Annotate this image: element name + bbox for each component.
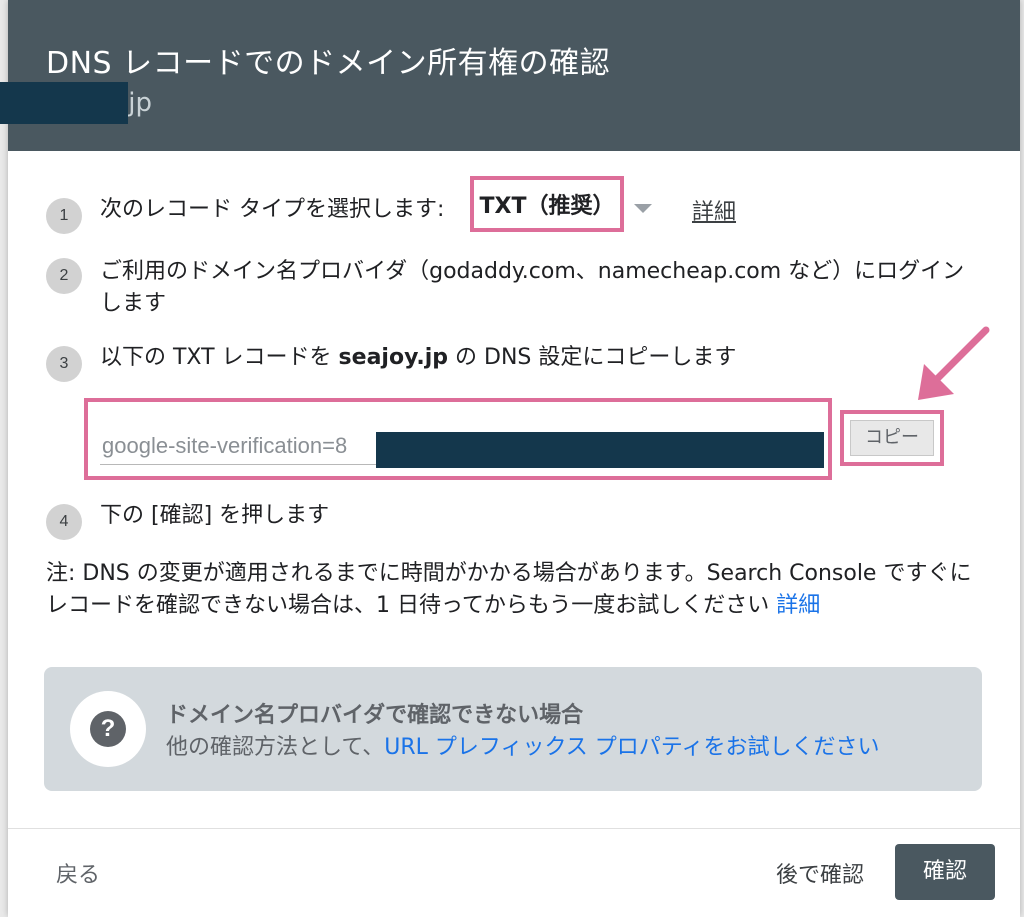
alternative-title: ドメイン名プロバイダで確認できない場合 [166, 703, 584, 728]
verify-button[interactable]: 確認 [895, 844, 995, 900]
help-icon-circle: ? [70, 691, 146, 767]
alternative-desc-prefix: 他の確認方法として、 [166, 735, 385, 760]
note-details-link[interactable]: 詳細 [776, 593, 820, 618]
step-2-number: 2 [46, 258, 82, 294]
step-4-text: 下の [確認] を押します [100, 503, 330, 528]
verification-dialog: DNS レコードでのドメイン所有権の確認 .jp 1 次のレコード タイプを選択… [0, 0, 1020, 917]
step-3-text-prefix: 以下の TXT レコードを [100, 345, 339, 370]
step-3-text: 以下の TXT レコードを seajoy.jp の DNS 設定にコピーします [100, 342, 736, 374]
dialog-footer: 戻る 後で確認 確認 [8, 828, 1020, 917]
step-2-text-line2: します [100, 291, 167, 316]
dialog-title: DNS レコードでのドメイン所有権の確認 [46, 46, 611, 81]
arrow-icon [918, 326, 990, 400]
redacted-domain-block [0, 82, 128, 124]
note-text: 注: DNS の変更が適用されるまでに時間がかかる場合があります。Search … [46, 561, 972, 618]
record-type-details-link[interactable]: 詳細 [692, 194, 736, 226]
step-3-text-suffix: の DNS 設定にコピーします [448, 345, 737, 370]
chevron-down-icon[interactable] [634, 204, 652, 213]
step-1-number: 1 [46, 198, 82, 234]
record-type-select[interactable]: TXT（推奨） [470, 176, 624, 232]
txt-record-box [84, 398, 832, 480]
copy-highlight: コピー [840, 410, 944, 466]
url-prefix-property-link[interactable]: URL プレフィックス プロパティをお試しください [384, 735, 879, 760]
redacted-record-block [376, 432, 824, 468]
help-icon: ? [90, 711, 126, 747]
back-button[interactable]: 戻る [56, 857, 100, 889]
alternative-description: 他の確認方法として、URL プレフィックス プロパティをお試しください [166, 729, 879, 761]
copy-button[interactable]: コピー [850, 420, 934, 456]
step-2-text-line1: ご利用のドメイン名プロバイダ（godaddy.com、namecheap.com… [100, 259, 965, 284]
step-4-number: 4 [46, 504, 82, 540]
dns-note: 注: DNS の変更が適用されるまでに時間がかかる場合があります。Search … [46, 558, 986, 622]
step-3-domain: seajoy.jp [338, 345, 449, 370]
verify-later-button[interactable]: 後で確認 [776, 857, 864, 889]
alternative-method-box: ? ドメイン名プロバイダで確認できない場合 他の確認方法として、URL プレフィ… [44, 667, 982, 791]
step-3-number: 3 [46, 346, 82, 382]
dialog-header: DNS レコードでのドメイン所有権の確認 .jp [0, 0, 1020, 151]
step-1-text: 次のレコード タイプを選択します: [100, 197, 445, 222]
